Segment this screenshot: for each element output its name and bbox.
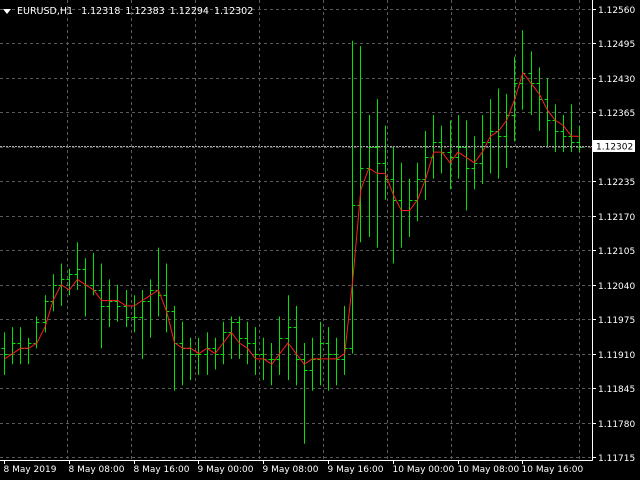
time-tick-label: 10 May 00:00 [393,465,455,475]
symbol-timeframe: EURUSD,H1 [17,5,74,17]
close-price: 1.12302 [213,5,254,17]
time-tick-label: 10 May 16:00 [522,465,584,475]
price-tick-label: 1.12560 [598,6,635,16]
time-tick-label: 9 May 08:00 [263,465,319,475]
price-tick-label: 1.12235 [598,178,635,188]
price-chart[interactable]: 1.125601.124951.124301.123651.123001.122… [0,0,640,480]
price-tick-label: 1.11845 [598,385,635,395]
price-tick-label: 1.12430 [598,75,635,85]
time-tick-label: 10 May 08:00 [458,465,520,475]
low-price: 1.12294 [169,5,209,17]
chart-header: EURUSD,H1 1.12318 1.12383 1.12294 1.1230… [3,4,254,18]
price-tick-label: 1.12365 [598,109,635,119]
time-tick-label: 8 May 2019 [4,465,57,475]
chart-background [0,0,640,480]
high-price: 1.12383 [125,5,165,17]
chart-menu-icon[interactable] [3,8,11,14]
price-tick-label: 1.12105 [598,247,635,257]
time-tick-label: 9 May 00:00 [198,465,254,475]
price-tick-label: 1.11715 [598,454,635,464]
time-tick-label: 8 May 08:00 [69,465,125,475]
price-tick-label: 1.11910 [598,351,635,361]
open-price: 1.12318 [81,5,121,17]
time-tick-label: 9 May 16:00 [328,465,384,475]
time-tick-label: 8 May 16:00 [134,465,190,475]
price-tick-label: 1.11975 [598,316,635,326]
price-tick-label: 1.12495 [598,40,635,50]
price-tick-label: 1.12170 [598,213,635,223]
current-price-tag: 1.12302 [593,140,635,153]
price-tick-label: 1.12040 [598,282,635,292]
price-tick-label: 1.11780 [598,420,635,430]
current-price-label: 1.12302 [596,143,633,153]
